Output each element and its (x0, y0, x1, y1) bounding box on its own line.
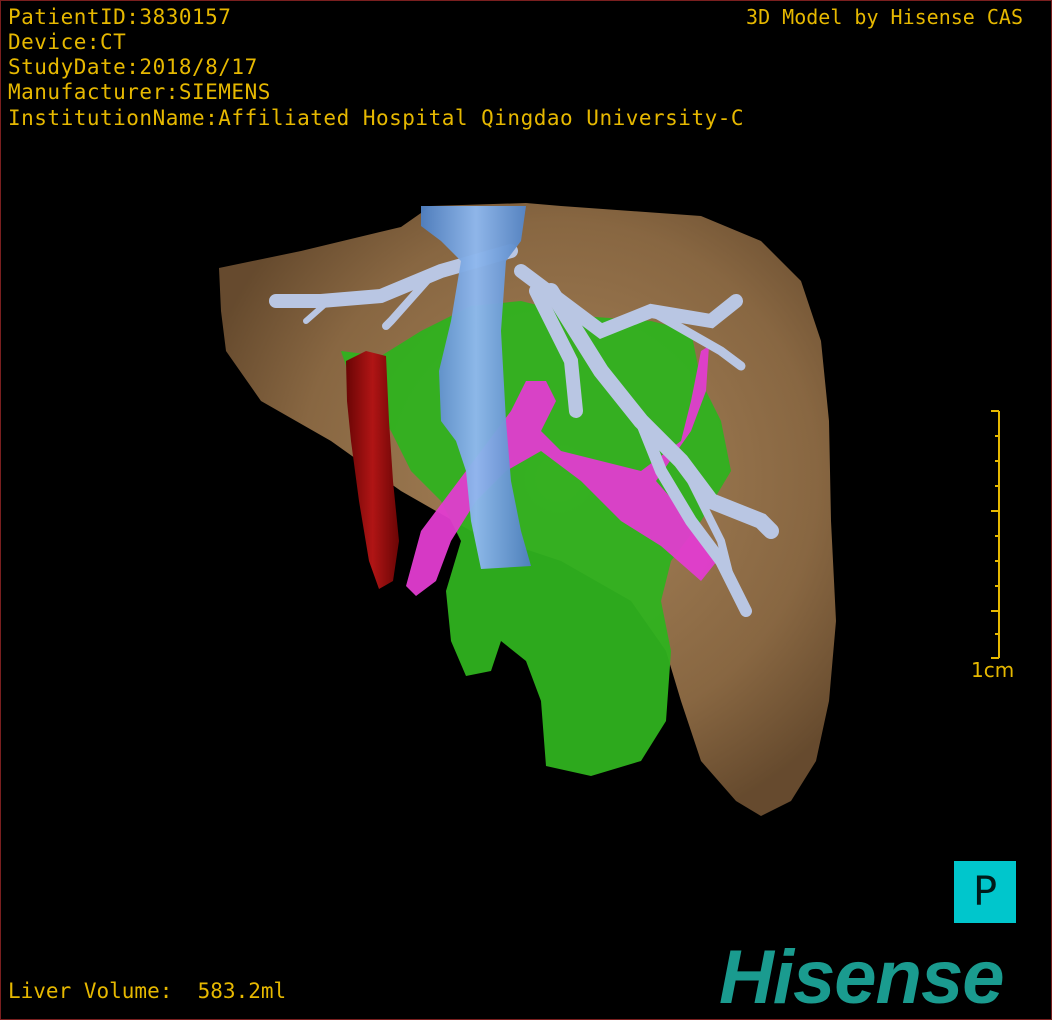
scale-bar-label: 1cm (971, 658, 1015, 682)
3d-viewport[interactable]: PatientID:3830157 Device:CT StudyDate:20… (0, 0, 1052, 1020)
device-label: Device:CT (8, 30, 127, 54)
orientation-posterior-button[interactable]: P (954, 861, 1016, 923)
institution-label: InstitutionName:Affiliated Hospital Qing… (8, 106, 745, 130)
study-date-label: StudyDate:2018/8/17 (8, 55, 258, 79)
patient-id-label: PatientID:3830157 (8, 5, 232, 29)
scale-bar (991, 410, 1000, 659)
liver-volume-readout: Liver Volume: 583.2ml (8, 979, 287, 1003)
liver-3d-model[interactable] (1, 1, 1051, 1019)
hisense-logo: Hisense (719, 935, 1004, 1020)
model-credit-label: 3D Model by Hisense CAS (746, 5, 1023, 29)
manufacturer-label: Manufacturer:SIEMENS (8, 80, 271, 104)
